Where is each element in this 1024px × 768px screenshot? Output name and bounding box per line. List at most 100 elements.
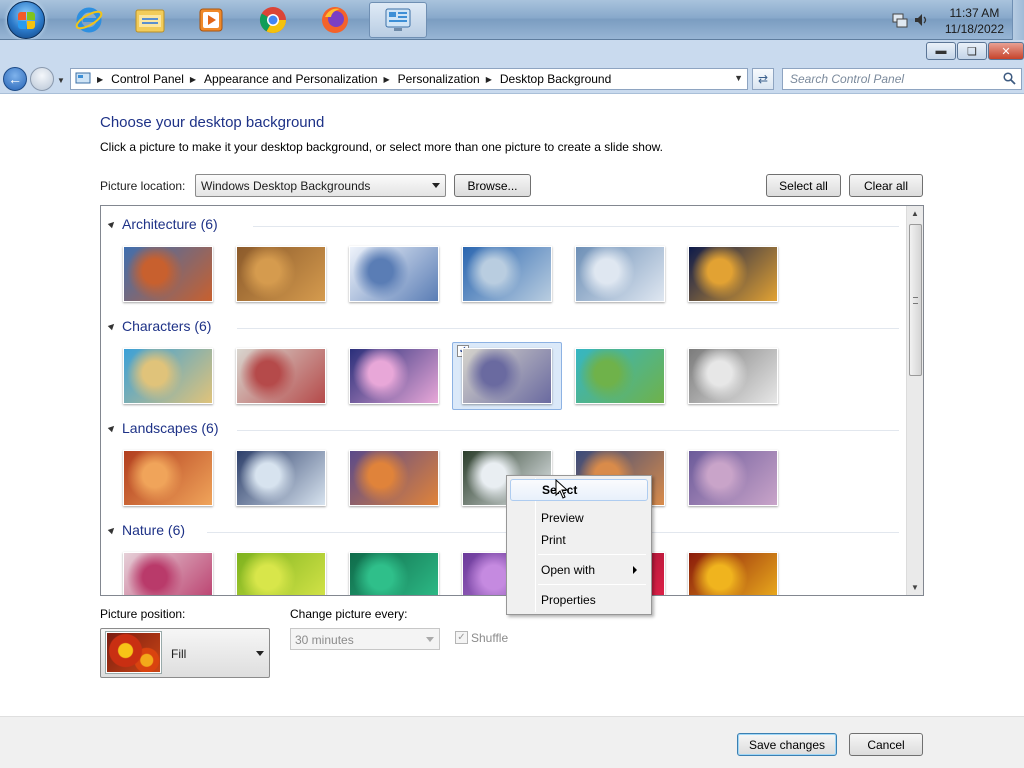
menu-item-open-with[interactable]: Open with xyxy=(510,559,648,581)
taskbar-chrome[interactable] xyxy=(244,2,302,38)
clear-all-button[interactable]: Clear all xyxy=(849,174,923,197)
forward-button[interactable] xyxy=(30,67,54,91)
wallpaper-thumbnail[interactable] xyxy=(575,246,665,302)
shuffle-checkbox[interactable]: ✓ xyxy=(455,631,468,644)
show-desktop-button[interactable] xyxy=(1012,0,1024,40)
wallpaper-thumbnail[interactable] xyxy=(688,246,778,302)
taskbar-control-panel[interactable] xyxy=(369,2,427,38)
wallpaper-thumbnail[interactable] xyxy=(123,348,213,404)
volume-icon[interactable] xyxy=(913,12,929,28)
wallpaper-thumbnail[interactable] xyxy=(688,450,778,506)
save-changes-button[interactable]: Save changes xyxy=(737,733,837,756)
change-picture-label: Change picture every: xyxy=(290,607,408,621)
taskbar-firefox[interactable] xyxy=(306,2,364,38)
menu-separator xyxy=(538,554,646,555)
wallpaper-thumbnail[interactable] xyxy=(123,552,213,595)
windows-logo-icon xyxy=(18,12,36,30)
breadcrumb-personalization[interactable]: Personalization xyxy=(398,72,480,86)
wallpaper-thumbnail[interactable] xyxy=(462,348,552,404)
restore-button[interactable]: ❏ xyxy=(957,42,987,60)
wallpaper-thumbnail[interactable] xyxy=(123,246,213,302)
wallpaper-thumbnail[interactable] xyxy=(236,552,326,595)
group-header[interactable]: Landscapes (6) xyxy=(107,420,899,438)
restore-icon: ❏ xyxy=(967,45,977,58)
breadcrumb-control-panel[interactable]: Control Panel xyxy=(111,72,184,86)
clock[interactable]: 11:37 AM 11/18/2022 xyxy=(945,5,1004,37)
network-icon[interactable] xyxy=(892,12,908,28)
group-header[interactable]: Nature (6) xyxy=(107,522,899,540)
collapse-triangle-icon[interactable] xyxy=(107,423,117,433)
breadcrumb-desktop-background[interactable]: Desktop Background xyxy=(500,72,611,86)
browse-button[interactable]: Browse... xyxy=(454,174,531,197)
taskbar-internet-explorer[interactable] xyxy=(60,2,118,38)
wallpaper-thumbnail[interactable] xyxy=(688,552,778,595)
wallpaper-thumbnail[interactable] xyxy=(688,348,778,404)
gallery-scrollbar[interactable]: ▲ ▼ xyxy=(906,206,923,595)
minimize-button[interactable]: ▬ xyxy=(926,42,956,60)
group-name: Characters (6) xyxy=(122,318,212,334)
address-dropdown[interactable]: ▼ xyxy=(734,73,743,83)
scroll-down-icon[interactable]: ▼ xyxy=(911,583,919,592)
menu-item-preview[interactable]: Preview xyxy=(510,507,648,529)
minimize-icon: ▬ xyxy=(935,45,947,57)
close-icon: ✕ xyxy=(1001,45,1011,58)
wallpaper-thumbnail[interactable] xyxy=(236,450,326,506)
taskbar-windows-explorer[interactable] xyxy=(121,2,179,38)
wallpaper-thumbnail[interactable] xyxy=(236,348,326,404)
collapse-triangle-icon[interactable] xyxy=(107,525,117,535)
menu-item-print[interactable]: Print xyxy=(510,529,648,551)
menu-item-open-with-label: Open with xyxy=(541,563,596,577)
group-divider xyxy=(237,430,899,431)
breadcrumb-separator[interactable]: ▶ xyxy=(97,75,103,84)
control-panel-icon xyxy=(385,8,411,31)
picture-location-label: Picture location: xyxy=(100,179,186,193)
menu-item-properties[interactable]: Properties xyxy=(510,589,648,611)
search-icon[interactable] xyxy=(1003,72,1016,85)
system-tray: 11:37 AM 11/18/2022 xyxy=(884,0,1024,40)
group-header[interactable]: Characters (6) xyxy=(107,318,899,336)
change-interval-value: 30 minutes xyxy=(295,633,354,647)
taskbar-media-player[interactable] xyxy=(182,2,240,38)
chevron-down-icon xyxy=(426,637,434,642)
search-input[interactable]: Search Control Panel xyxy=(782,68,1022,90)
start-button[interactable] xyxy=(7,1,45,39)
refresh-button[interactable]: ⇄ xyxy=(752,68,774,90)
wallpaper-thumbnail[interactable] xyxy=(349,246,439,302)
breadcrumb-separator[interactable]: ▶ xyxy=(190,75,196,84)
wallpaper-thumbnail[interactable] xyxy=(349,450,439,506)
breadcrumb-separator[interactable]: ▶ xyxy=(486,75,492,84)
close-button[interactable]: ✕ xyxy=(988,42,1024,60)
collapse-triangle-icon[interactable] xyxy=(107,321,117,331)
menu-separator xyxy=(538,584,646,585)
cancel-button[interactable]: Cancel xyxy=(849,733,923,756)
picture-position-select[interactable]: Fill xyxy=(100,628,270,678)
menu-item-select[interactable]: Select xyxy=(510,479,648,501)
wallpaper-thumbnail[interactable] xyxy=(236,246,326,302)
scroll-up-icon[interactable]: ▲ xyxy=(911,209,919,218)
footer-bar: Save changes Cancel xyxy=(0,716,1024,768)
recent-pages-dropdown[interactable]: ▼ xyxy=(57,76,65,85)
scrollbar-thumb[interactable] xyxy=(909,224,922,376)
breadcrumb-appearance[interactable]: Appearance and Personalization xyxy=(204,72,377,86)
wallpaper-thumbnail[interactable] xyxy=(575,348,665,404)
navigation-bar: ← ▼ ▶ Control Panel ▶ Appearance and Per… xyxy=(0,64,1024,94)
back-button[interactable]: ← xyxy=(3,67,27,91)
wallpaper-thumbnail[interactable] xyxy=(349,552,439,595)
windows-explorer-icon xyxy=(135,9,165,33)
wallpaper-thumbnail[interactable] xyxy=(462,246,552,302)
collapse-triangle-icon[interactable] xyxy=(107,219,117,229)
wallpaper-thumbnail[interactable] xyxy=(123,450,213,506)
control-panel-small-icon xyxy=(75,72,91,84)
clock-time: 11:37 AM xyxy=(949,6,1000,20)
group-header[interactable]: Architecture (6) xyxy=(107,216,899,234)
picture-position-label: Picture position: xyxy=(100,607,186,621)
main-content: Choose your desktop background Click a p… xyxy=(0,95,1024,716)
picture-location-select[interactable]: Windows Desktop Backgrounds xyxy=(195,174,446,197)
address-bar[interactable]: ▶ Control Panel ▶ Appearance and Persona… xyxy=(70,68,748,90)
breadcrumb-separator[interactable]: ▶ xyxy=(384,75,390,84)
change-interval-select[interactable]: 30 minutes xyxy=(290,628,440,650)
firefox-icon xyxy=(322,7,348,33)
select-all-button[interactable]: Select all xyxy=(766,174,841,197)
mouse-cursor-icon xyxy=(555,479,569,499)
wallpaper-thumbnail[interactable] xyxy=(349,348,439,404)
